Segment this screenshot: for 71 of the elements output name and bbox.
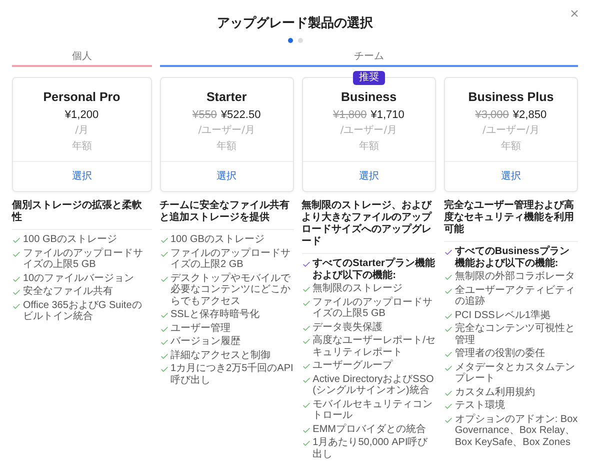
price-unit: /ユーザー/月 — [198, 124, 255, 137]
feature-text: 100 GBのストレージ — [170, 234, 264, 246]
recommended-badge: 推奨 — [352, 71, 385, 85]
billing-period: 年額 — [216, 140, 237, 153]
feature-text: 管理者の役割の委任 — [454, 348, 545, 360]
feature-text: 高度なユーザーレポート/セキュリティレポート — [312, 335, 436, 358]
price: ¥1,710 — [370, 109, 404, 121]
check-icon — [302, 400, 311, 410]
original-price: ¥550 — [192, 109, 217, 121]
plan-summary: チームに安全なファイル共有と追加ストレージを提供 — [160, 200, 294, 230]
price: ¥2,850 — [512, 109, 547, 121]
pager-dot[interactable] — [288, 38, 292, 43]
plan-name: Starter — [206, 90, 247, 104]
billing-period: 年額 — [500, 140, 521, 153]
plan-name: Business Plus — [468, 90, 554, 104]
original-price: ¥3,000 — [475, 109, 509, 121]
feature-text: ファイルのアップロードサイズの上限5 GB — [312, 296, 434, 320]
feature-text: メタデータとカスタムテンプレート — [454, 362, 576, 384]
feature-text: オプションのアドオン: Box Governance、Box Relay、Box KeySafe、Box Zones — [454, 414, 578, 448]
price-unit: /ユーザー/月 — [340, 124, 398, 137]
price: ¥1,200 — [64, 109, 99, 121]
select-button[interactable]: 選択 — [160, 161, 293, 191]
plan-summary: 個別ストレージの拡張と柔軟性 — [12, 200, 152, 230]
feature-text: ユーザーグループ — [312, 360, 393, 372]
feature-text: 10のファイルバージョン — [23, 272, 134, 284]
feature-text: デスクトップやモバイルで必要なコンテンツにどこからでもアクセス — [170, 272, 292, 307]
feature-text: 100 GBのストレージ — [23, 234, 117, 246]
feature-text: Office 365およびG Suiteのビルトイン統合 — [23, 300, 143, 322]
close-icon — [569, 8, 580, 19]
feature-text: モバイルセキュリティコントロール — [312, 398, 434, 422]
feature-text: 1カ月につき2万5千回のAPI呼び出し — [170, 363, 294, 386]
billing-period: 年額 — [72, 140, 92, 153]
plan-summary: 完全なユーザー管理および高度なセキュリティ機能を利用可能 — [444, 200, 578, 242]
price-unit: /ユーザー/月 — [482, 124, 540, 137]
plan-name: Business — [340, 90, 397, 104]
pager-dot[interactable] — [298, 38, 302, 43]
check-icon — [302, 260, 311, 269]
feature-text: ファイルのアップロードサイズの上限5 GB — [23, 248, 144, 270]
feature-text: バージョン履歴 — [170, 336, 240, 348]
select-button[interactable]: 選択 — [13, 161, 150, 191]
group-header: 個人 — [12, 49, 152, 67]
feature-text: Active DirectoryおよびSSO(シングルサインオン)統合 — [312, 374, 435, 396]
feature-text: 1月あたり50,000 API呼び出し — [312, 437, 429, 460]
feature-text: 完全なコンテンツ可視性と管理 — [454, 323, 576, 346]
feature-text: ユーザー管理 — [170, 322, 230, 334]
select-button[interactable]: 選択 — [302, 161, 435, 191]
original-price: ¥1,800 — [333, 109, 367, 121]
plan-name: Personal Pro — [43, 90, 120, 104]
feature-text: ファイルのアップロードサイズの上限2 GB — [170, 248, 292, 270]
group-header: チーム — [160, 49, 578, 67]
feature-text: カスタム利用規約 — [454, 386, 535, 398]
feature-text: 全ユーザーアクティビティの追跡 — [454, 284, 576, 308]
check-icon — [444, 248, 453, 257]
select-button[interactable]: 選択 — [444, 161, 578, 191]
feature-text: 無制限のストレージ — [312, 283, 403, 294]
billing-period: 年額 — [358, 140, 379, 153]
feature-text: 安全なファイル共有 — [23, 286, 113, 298]
check-icon — [160, 274, 168, 284]
feature-text: 詳細なアクセスと制御 — [170, 350, 270, 361]
feature-text: すべてのStarterプラン機能および以下の機能: — [312, 258, 436, 281]
feature-text: すべてのBusinessプラン機能および以下の機能: — [454, 246, 570, 269]
feature-text: EMMプロバイダとの統合 — [312, 424, 426, 435]
feature-text: 無制限の外部コラボレータ — [454, 271, 575, 282]
feature-text: テスト環境 — [454, 400, 505, 412]
dialog-title: アップグレード製品の選択 — [217, 14, 373, 32]
plan-summary: 無制限のストレージ、およびより大きなファイルのアップロードサイズへのアップグレード — [302, 200, 436, 254]
feature-text: SSLと保存時暗号化 — [170, 309, 260, 320]
feature-text: PCI DSSレベル1準拠 — [454, 310, 550, 321]
price: ¥522.50 — [220, 109, 261, 121]
feature-text: データ喪失保護 — [312, 322, 383, 333]
price-unit: /月 — [75, 124, 88, 137]
